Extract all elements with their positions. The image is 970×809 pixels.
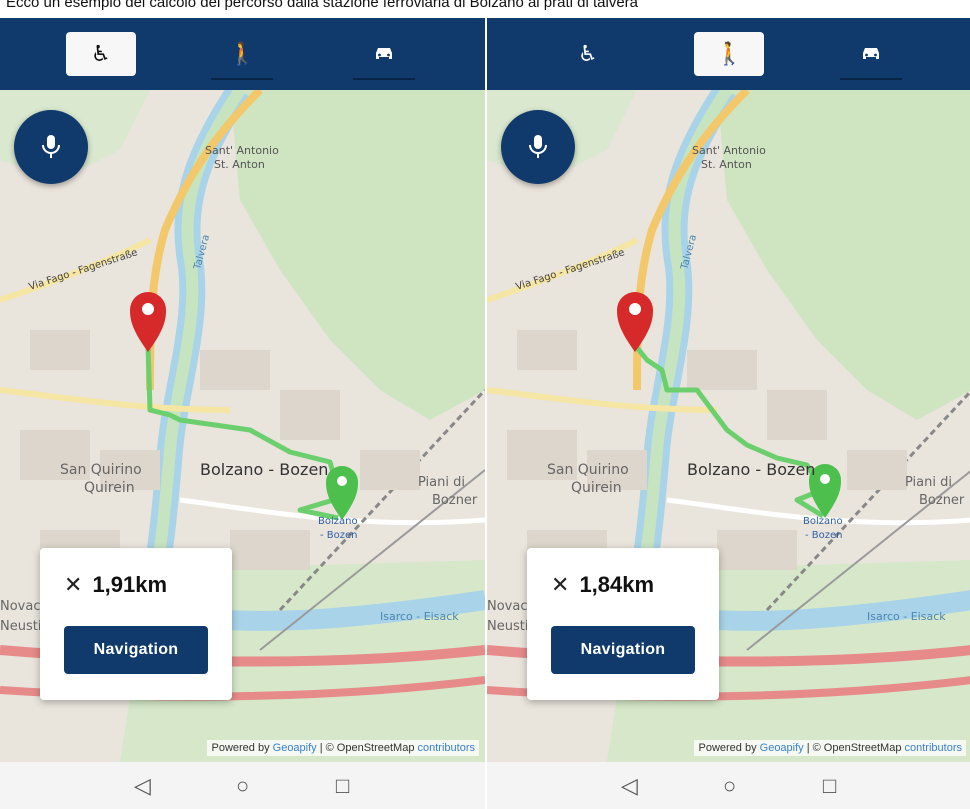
attribution-text: Powered by xyxy=(698,742,760,754)
attribution-text: Powered by xyxy=(211,742,273,754)
attribution-osm-text: | © OpenStreetMap xyxy=(316,742,418,754)
travel-mode-bar: ♿ 🚶 xyxy=(487,18,970,90)
map-label-piani-di: Piani di xyxy=(905,475,952,490)
android-nav-bar: ◁ ○ □ xyxy=(487,762,970,809)
wheelchair-icon: ♿ xyxy=(577,41,598,66)
navigation-button[interactable]: Navigation xyxy=(551,626,695,674)
geoapify-link[interactable]: Geoapify xyxy=(760,742,804,754)
car-icon xyxy=(863,48,880,59)
contributors-link[interactable]: contributors xyxy=(905,742,962,754)
map-label-station-de: - Bozen xyxy=(320,530,358,541)
distance-row: ✕ 1,91km xyxy=(64,572,208,598)
voice-search-button[interactable] xyxy=(501,110,575,184)
home-icon[interactable]: ○ xyxy=(228,773,258,799)
microphone-icon xyxy=(529,135,547,158)
map-label-quirein: Quirein xyxy=(571,480,622,496)
map-attribution: Powered by Geoapify | © OpenStreetMap co… xyxy=(207,740,479,756)
contributors-link[interactable]: contributors xyxy=(418,742,475,754)
walking-icon: 🚶 xyxy=(715,41,744,66)
walk-mode-button[interactable]: 🚶 xyxy=(694,32,765,76)
geoapify-link[interactable]: Geoapify xyxy=(273,742,317,754)
map-label-st-anton: St. Anton xyxy=(214,158,265,171)
map-label-station: Bolzano xyxy=(803,516,843,527)
close-icon[interactable]: ✕ xyxy=(551,574,569,596)
map-label-st-antonio: Sant' Antonio xyxy=(692,144,766,157)
android-nav-bar: ◁ ○ □ xyxy=(0,762,485,809)
wheelchair-mode-button[interactable]: ♿ xyxy=(553,32,623,76)
back-icon[interactable]: ◁ xyxy=(128,773,158,799)
tab-underline xyxy=(840,78,903,80)
travel-mode-bar: ♿ 🚶 xyxy=(0,18,485,90)
attribution-osm-text: | © OpenStreetMap xyxy=(803,742,905,754)
car-mode-button[interactable] xyxy=(836,32,906,80)
wheelchair-icon: ♿ xyxy=(90,41,111,66)
route-distance: 1,91km xyxy=(92,572,168,597)
car-mode-button[interactable] xyxy=(349,32,419,80)
microphone-icon xyxy=(42,135,60,158)
back-icon[interactable]: ◁ xyxy=(615,773,645,799)
tab-underline xyxy=(211,78,274,80)
car-icon xyxy=(376,48,393,59)
route-summary-card: ✕ 1,84km Navigation xyxy=(527,548,719,700)
map-label-st-antonio: Sant' Antonio xyxy=(205,144,279,157)
map-label-isarco: Isarco - Eisack xyxy=(867,610,946,623)
voice-search-button[interactable] xyxy=(14,110,88,184)
map-label-bolzano: Bolzano - Bozen xyxy=(200,460,328,479)
tab-underline xyxy=(353,78,416,80)
map-label-san-quirino: San Quirino xyxy=(60,462,142,478)
close-icon[interactable]: ✕ xyxy=(64,574,82,596)
map-label-station: Bolzano xyxy=(318,516,358,527)
map-label-san-quirino: San Quirino xyxy=(547,462,629,478)
map-label-st-anton: St. Anton xyxy=(701,158,752,171)
map-attribution: Powered by Geoapify | © OpenStreetMap co… xyxy=(694,740,966,756)
map-label-bozner: Bozner xyxy=(432,493,478,508)
navigation-button[interactable]: Navigation xyxy=(64,626,208,674)
home-icon[interactable]: ○ xyxy=(715,773,745,799)
wheelchair-mode-button[interactable]: ♿ xyxy=(65,32,136,76)
recents-icon[interactable]: □ xyxy=(815,773,845,799)
phone-screen-walking: ♿ 🚶 Sant' Antonio St. Anton Via Fago - F… xyxy=(487,18,970,809)
map-label-bolzano: Bolzano - Bozen xyxy=(687,460,815,479)
distance-row: ✕ 1,84km xyxy=(551,572,695,598)
map-label-station-de: - Bozen xyxy=(805,530,843,541)
image-caption: Ecco un esempio del calcolo del percorso… xyxy=(6,0,639,11)
map-label-bozner: Bozner xyxy=(919,493,965,508)
phone-screen-wheelchair: ♿ 🚶 Sant' Antonio St. Anton Via Fago - F… xyxy=(0,18,485,809)
route-summary-card: ✕ 1,91km Navigation xyxy=(40,548,232,700)
route-distance: 1,84km xyxy=(579,572,655,597)
map-label-isarco: Isarco - Eisack xyxy=(380,610,459,623)
recents-icon[interactable]: □ xyxy=(328,773,358,799)
map-label-piani-di: Piani di xyxy=(418,475,465,490)
walking-icon: 🚶 xyxy=(228,41,257,66)
walk-mode-button[interactable]: 🚶 xyxy=(207,32,277,80)
map-label-quirein: Quirein xyxy=(84,480,135,496)
